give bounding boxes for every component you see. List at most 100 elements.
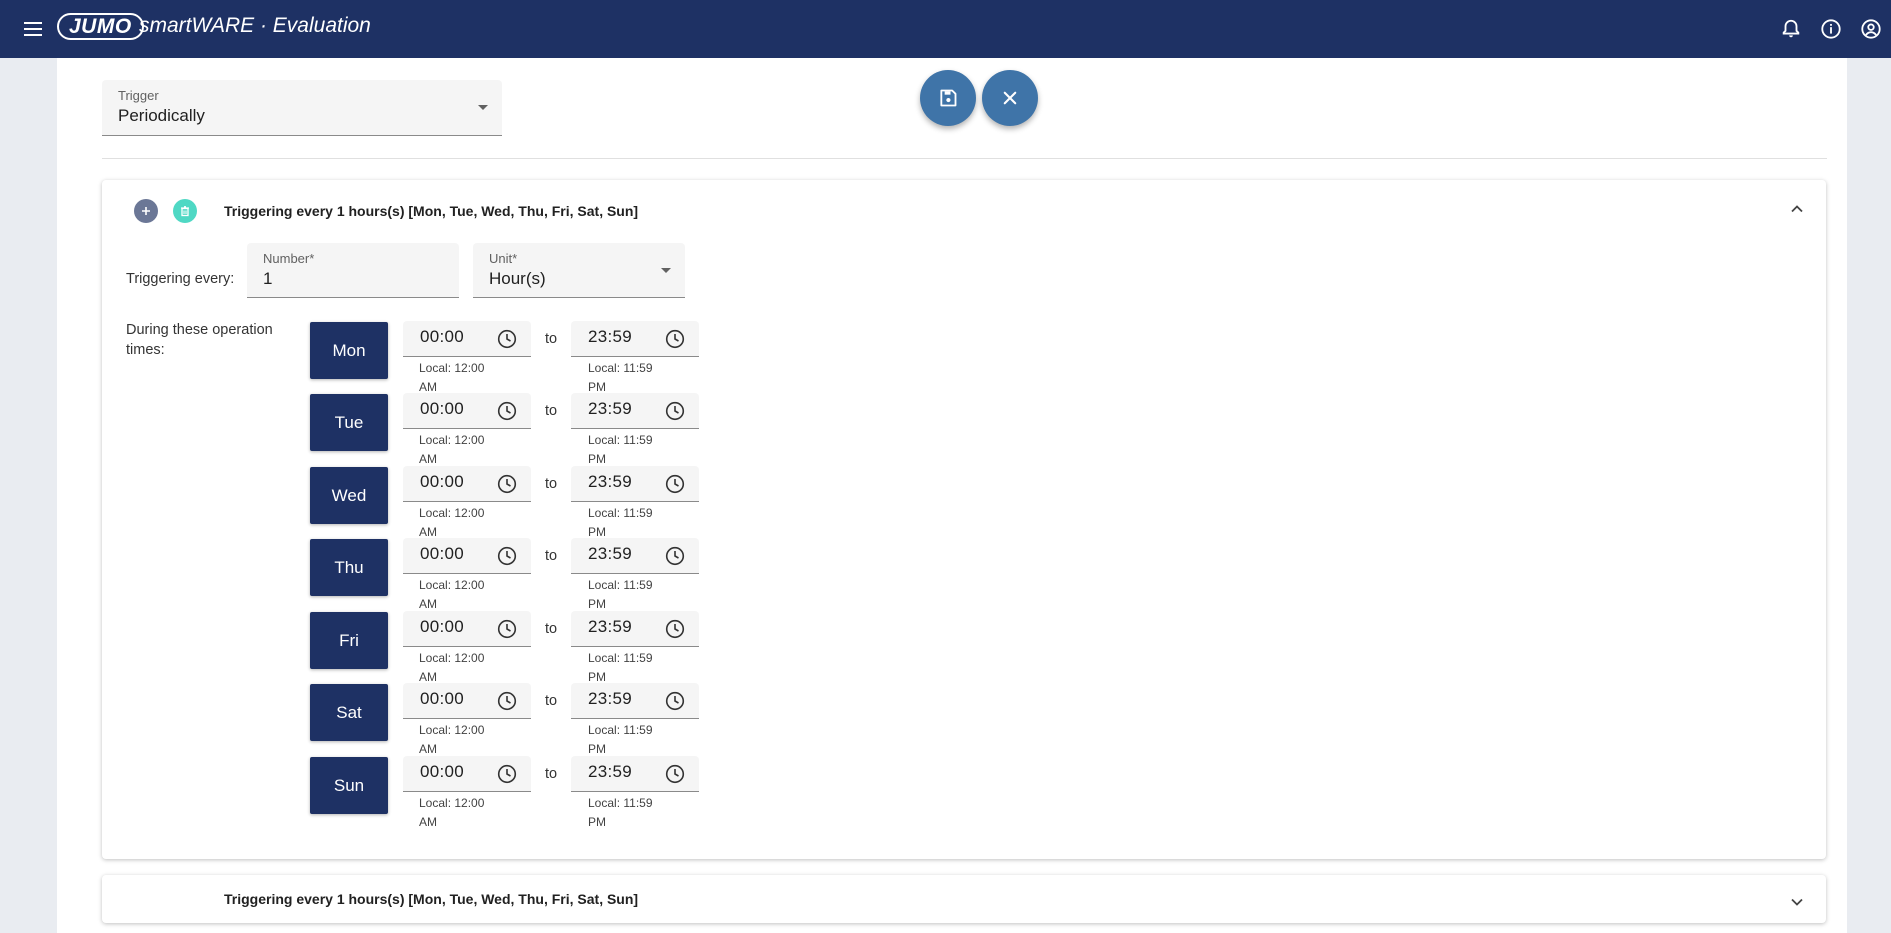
to-label: to <box>545 621 558 637</box>
clock-icon[interactable] <box>497 619 517 639</box>
clock-icon[interactable] <box>497 401 517 421</box>
clock-icon[interactable] <box>665 764 685 784</box>
from-time-value: 00:00 <box>420 689 465 708</box>
to-time-input[interactable]: 23:59 <box>571 466 699 502</box>
day-button-thu[interactable]: Thu <box>310 539 388 596</box>
logo-text: JUMO <box>69 14 132 38</box>
chevron-up-icon[interactable] <box>1787 199 1807 219</box>
clock-icon[interactable] <box>497 474 517 494</box>
unit-value: Hour(s) <box>489 269 546 288</box>
to-time-value: 23:59 <box>588 689 633 708</box>
from-time-value: 00:00 <box>420 472 465 491</box>
from-time-value: 00:00 <box>420 327 465 346</box>
clock-icon[interactable] <box>665 329 685 349</box>
save-button[interactable] <box>920 70 976 126</box>
clock-icon[interactable] <box>497 764 517 784</box>
bell-icon[interactable] <box>1771 9 1811 49</box>
panel-title[interactable]: Triggering every 1 hours(s) [Mon, Tue, W… <box>224 203 638 219</box>
to-local-time: Local: 11:59 PM <box>588 506 653 539</box>
clock-icon[interactable] <box>497 691 517 711</box>
account-icon[interactable] <box>1851 9 1891 49</box>
unit-select[interactable]: Unit* Hour(s) <box>473 243 685 298</box>
from-local-time: Local: 12:00 AM <box>419 651 485 684</box>
from-time-input[interactable]: 00:00 <box>403 321 531 357</box>
from-time-input[interactable]: 00:00 <box>403 611 531 647</box>
trigger-label: Trigger <box>118 88 159 103</box>
to-local-time: Local: 11:59 PM <box>588 796 653 829</box>
trigger-select[interactable]: Trigger Periodically <box>102 80 502 136</box>
to-label: to <box>545 331 558 347</box>
header-actions <box>1771 0 1891 58</box>
to-label: to <box>545 476 558 492</box>
to-local-time: Local: 11:59 PM <box>588 723 653 756</box>
to-time-value: 23:59 <box>588 762 633 781</box>
to-time-input[interactable]: 23:59 <box>571 611 699 647</box>
from-time-value: 00:00 <box>420 762 465 781</box>
day-button-sun[interactable]: Sun <box>310 757 388 814</box>
to-time-input[interactable]: 23:59 <box>571 393 699 429</box>
from-time-input[interactable]: 00:00 <box>403 466 531 502</box>
to-label: to <box>545 403 558 419</box>
to-local-time: Local: 11:59 PM <box>588 361 653 394</box>
to-time-input[interactable]: 23:59 <box>571 756 699 792</box>
number-input[interactable]: Number* 1 <box>247 243 459 298</box>
info-icon[interactable] <box>1811 9 1851 49</box>
day-button-sat[interactable]: Sat <box>310 684 388 741</box>
clock-icon[interactable] <box>497 329 517 349</box>
to-time-input[interactable]: 23:59 <box>571 538 699 574</box>
operation-times-label: During these operation times: <box>126 322 273 358</box>
to-time-input[interactable]: 23:59 <box>571 683 699 719</box>
panel-title[interactable]: Triggering every 1 hours(s) [Mon, Tue, W… <box>224 891 638 907</box>
from-time-input[interactable]: 00:00 <box>403 393 531 429</box>
save-icon <box>940 89 957 107</box>
clock-icon[interactable] <box>665 401 685 421</box>
delete-schedule-button[interactable] <box>173 199 197 223</box>
from-local-time: Local: 12:00 AM <box>419 578 485 611</box>
trash-icon <box>181 206 189 217</box>
to-time-value: 23:59 <box>588 327 633 346</box>
from-time-value: 00:00 <box>420 399 465 418</box>
from-time-value: 00:00 <box>420 544 465 563</box>
day-button-wed[interactable]: Wed <box>310 467 388 524</box>
from-time-value: 00:00 <box>420 617 465 636</box>
to-local-time: Local: 11:59 PM <box>588 578 653 611</box>
to-time-value: 23:59 <box>588 617 633 636</box>
from-local-time: Local: 12:00 AM <box>419 361 485 394</box>
clock-icon[interactable] <box>665 474 685 494</box>
from-local-time: Local: 12:00 AM <box>419 723 485 756</box>
chevron-down-icon[interactable] <box>1787 892 1807 912</box>
from-time-input[interactable]: 00:00 <box>403 538 531 574</box>
to-time-input[interactable]: 23:59 <box>571 321 699 357</box>
to-time-value: 23:59 <box>588 399 633 418</box>
clock-icon[interactable] <box>665 691 685 711</box>
number-label: Number* <box>263 251 315 266</box>
to-label: to <box>545 693 558 709</box>
day-button-tue[interactable]: Tue <box>310 394 388 451</box>
close-icon <box>1003 91 1017 105</box>
day-button-fri[interactable]: Fri <box>310 612 388 669</box>
jumo-logo: JUMO <box>57 13 144 40</box>
clock-icon[interactable] <box>665 619 685 639</box>
dropdown-arrow-icon <box>478 105 488 110</box>
menu-icon[interactable] <box>18 14 48 44</box>
to-time-value: 23:59 <box>588 472 633 491</box>
divider <box>102 158 1827 159</box>
top-app-bar: JUMO smartWARE · Evaluation <box>0 0 1891 58</box>
triggering-every-label: Triggering every: <box>126 271 235 287</box>
unit-label: Unit* <box>489 251 518 266</box>
clock-icon[interactable] <box>665 546 685 566</box>
trigger-value: Periodically <box>118 106 205 125</box>
clock-icon[interactable] <box>497 546 517 566</box>
plus-icon <box>142 207 150 215</box>
from-time-input[interactable]: 00:00 <box>403 756 531 792</box>
to-label: to <box>545 548 558 564</box>
to-label: to <box>545 766 558 782</box>
from-time-input[interactable]: 00:00 <box>403 683 531 719</box>
day-button-mon[interactable]: Mon <box>310 322 388 379</box>
cancel-button[interactable] <box>982 70 1038 126</box>
number-value: 1 <box>263 269 273 288</box>
add-schedule-button[interactable] <box>134 199 158 223</box>
to-local-time: Local: 11:59 PM <box>588 651 653 684</box>
from-local-time: Local: 12:00 AM <box>419 433 485 466</box>
app-title: smartWARE · Evaluation <box>139 14 371 37</box>
